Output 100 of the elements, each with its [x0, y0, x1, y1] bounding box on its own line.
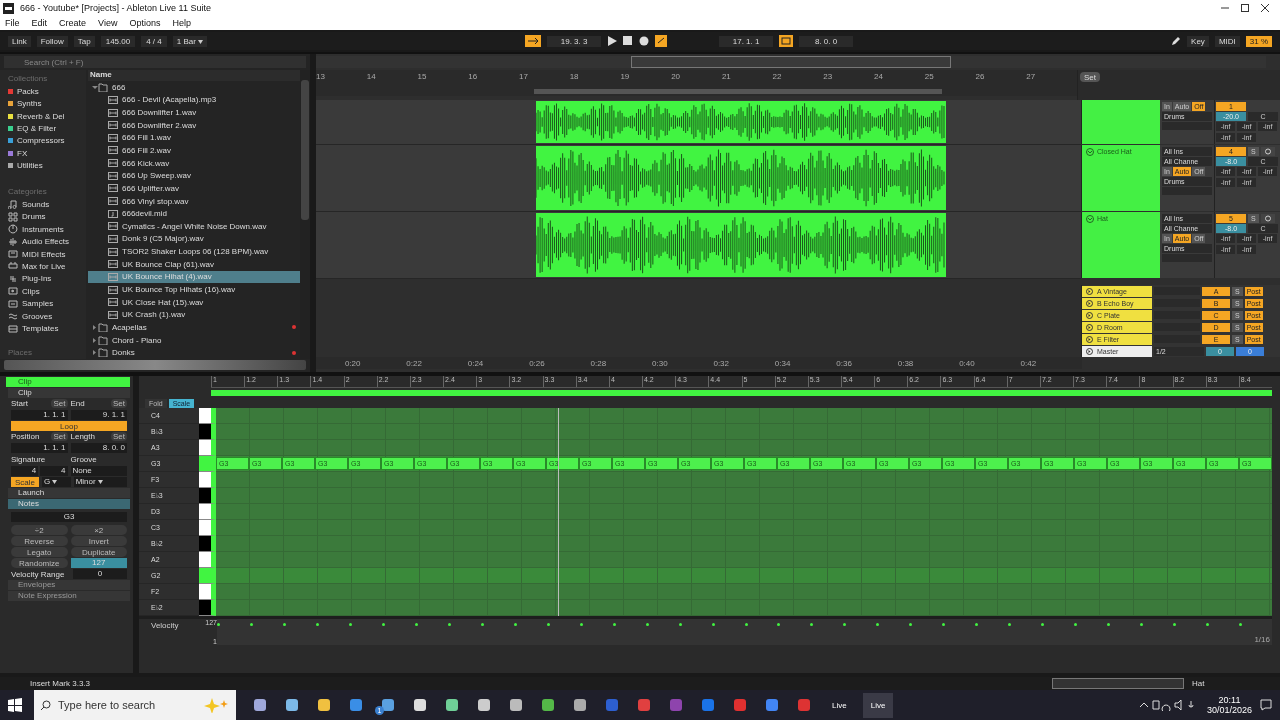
velocity-marker[interactable]: [447, 623, 451, 626]
category-item[interactable]: Clips: [8, 285, 86, 298]
velocity-marker[interactable]: [249, 623, 253, 626]
piano-key[interactable]: [199, 488, 216, 504]
sample-list-item[interactable]: 666 Fill 1.wav: [88, 131, 300, 145]
song-position-field[interactable]: 19. 3. 3: [547, 35, 602, 47]
menu-item[interactable]: File: [5, 18, 20, 28]
note-action-button[interactable]: ×2: [70, 525, 127, 535]
set-button[interactable]: Set: [111, 399, 127, 408]
app-icon[interactable]: [445, 698, 459, 712]
app-icon[interactable]: [253, 698, 267, 712]
app-icon[interactable]: [317, 698, 331, 712]
velocity-marker[interactable]: [975, 623, 979, 626]
velocity-marker[interactable]: [579, 623, 583, 626]
velocity-marker[interactable]: [1140, 623, 1144, 626]
pencil-icon[interactable]: [1171, 36, 1182, 46]
velocity-marker[interactable]: [546, 623, 550, 626]
collection-item[interactable]: Utilities: [8, 159, 86, 173]
set-button[interactable]: Set: [111, 432, 127, 441]
clip-title-bar[interactable]: Clip: [6, 377, 130, 387]
collection-item[interactable]: FX: [8, 147, 86, 160]
note-action-button[interactable]: Invert: [70, 536, 127, 546]
loop-start-field[interactable]: 17. 1. 1: [719, 35, 774, 47]
tempo-field[interactable]: 145.00: [100, 35, 136, 47]
audio-clip[interactable]: [535, 213, 946, 277]
category-item[interactable]: Samples: [8, 297, 86, 310]
collection-item[interactable]: Reverb & Del: [8, 109, 86, 123]
stop-icon[interactable]: [623, 36, 634, 46]
menu-item[interactable]: Options: [129, 18, 161, 28]
taskbar-search-box[interactable]: Type here to search: [34, 690, 236, 720]
sample-list-item[interactable]: UK Bounce Clap (61).wav: [88, 257, 300, 271]
velocity-marker[interactable]: [1239, 623, 1243, 626]
note-action-button[interactable]: Duplicate: [70, 547, 127, 557]
set-button[interactable]: Set: [51, 432, 68, 441]
search-field[interactable]: Search (Ctrl + F): [4, 56, 306, 68]
section-header[interactable]: Notes: [8, 499, 130, 509]
midi-map-button[interactable]: MIDI: [1214, 35, 1240, 47]
collection-item[interactable]: EQ & Filter: [8, 122, 86, 135]
position-field[interactable]: 1. 1. 1: [11, 443, 68, 453]
velocity-marker[interactable]: [217, 623, 220, 626]
grid-setting[interactable]: 1/16: [1254, 635, 1270, 644]
app-icon[interactable]: [509, 698, 523, 712]
set-button[interactable]: Set: [1080, 72, 1100, 82]
velocity-marker[interactable]: [810, 623, 814, 626]
root-note-dropdown[interactable]: G: [42, 477, 71, 487]
velocity-marker[interactable]: [942, 623, 946, 626]
taskbar-app[interactable]: Live: [824, 692, 855, 718]
velocity-marker[interactable]: [381, 623, 385, 626]
sample-list-item[interactable]: 666 Downlifter 2.wav: [88, 118, 300, 132]
sample-list-item[interactable]: 666 Up Sweep.wav: [88, 169, 300, 183]
overview-window[interactable]: [631, 56, 951, 68]
velocity-marker[interactable]: [315, 623, 319, 626]
scrollbar-thumb[interactable]: [301, 80, 309, 220]
category-item[interactable]: Templates: [8, 322, 86, 335]
velocity-marker[interactable]: [744, 623, 748, 626]
app-icon[interactable]: [477, 698, 491, 712]
note-action-button[interactable]: Legato: [11, 547, 68, 557]
app-icon[interactable]: [285, 698, 299, 712]
scale-mode-dropdown[interactable]: Minor: [73, 477, 127, 487]
piano-key[interactable]: [199, 424, 216, 440]
groove-field[interactable]: None: [70, 466, 127, 476]
section-header[interactable]: Note Expression: [8, 591, 130, 601]
signature-denominator-field[interactable]: 4: [40, 466, 68, 476]
category-item[interactable]: Audio Effects: [8, 235, 86, 248]
menu-item[interactable]: View: [98, 18, 118, 28]
sample-list-item[interactable]: 666 Vinyl stop.wav: [88, 194, 300, 208]
note-field[interactable]: G3: [11, 512, 127, 522]
loop-icon[interactable]: [655, 35, 668, 47]
app-icon[interactable]: [541, 698, 555, 712]
start-field[interactable]: 1. 1. 1: [11, 410, 68, 420]
app-icon[interactable]: [349, 698, 363, 712]
velocity-marker[interactable]: [678, 623, 682, 626]
app-icon[interactable]: [573, 698, 587, 712]
category-item[interactable]: Instruments: [8, 222, 86, 236]
velocity-marker[interactable]: [480, 623, 484, 626]
follow-button[interactable]: Follow: [36, 35, 68, 47]
sample-list-item[interactable]: Cymatics - Angel White Noise Down.wav: [88, 220, 300, 233]
tap-button[interactable]: Tap: [73, 35, 95, 47]
velocity-marker[interactable]: [711, 623, 715, 626]
length-field[interactable]: 8. 0. 0: [70, 443, 127, 453]
fold-icon[interactable]: [1086, 148, 1094, 156]
sample-list-item[interactable]: UK Crash (1).wav: [88, 308, 300, 322]
sample-list-item[interactable]: 666 - Devil (Acapella).mp3: [88, 93, 300, 107]
scale-button[interactable]: Scale: [11, 477, 39, 487]
menu-item[interactable]: Edit: [31, 18, 48, 28]
velocity-marker[interactable]: [1206, 623, 1210, 626]
follow-arrow-icon[interactable]: [525, 35, 542, 47]
sample-list-item[interactable]: Donk 9 (C5 Major).wav: [88, 232, 300, 246]
folder-item[interactable]: Acapellas: [88, 321, 300, 334]
sample-list-item[interactable]: UK Close Hat (15).wav: [88, 295, 300, 309]
category-item[interactable]: Drums: [8, 210, 86, 223]
category-item[interactable]: MIDI Effects: [8, 247, 86, 261]
sample-list-item[interactable]: 666 Uplifter.wav: [88, 182, 300, 195]
velocity-marker[interactable]: [1008, 623, 1012, 626]
sample-list-item[interactable]: 666devil.mid: [88, 207, 300, 220]
quantize-dropdown[interactable]: 1 Bar: [172, 35, 208, 47]
category-item[interactable]: Max for Live: [8, 260, 86, 273]
velocity-marker[interactable]: [843, 623, 847, 626]
arm-icon[interactable]: [1260, 147, 1275, 156]
play-icon[interactable]: [607, 36, 618, 46]
